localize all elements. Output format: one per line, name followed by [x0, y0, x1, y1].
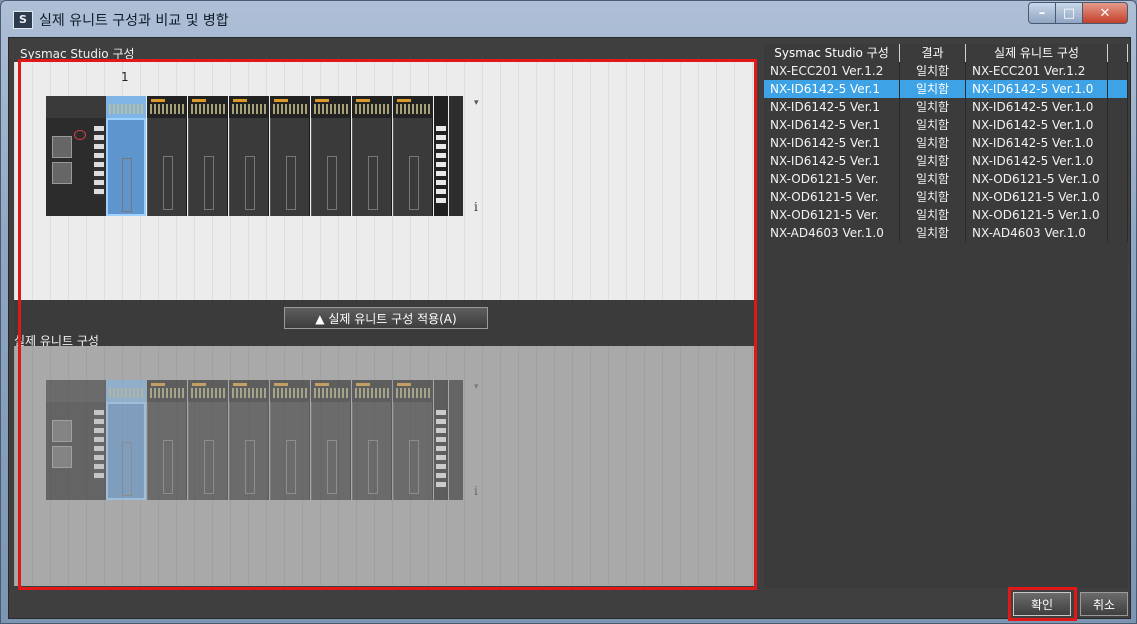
table-row[interactable]: NX-ID6142-5 Ver.1 일치함 NX-ID6142-5 Ver.1.0 — [764, 152, 1128, 170]
table-row[interactable]: NX-ECC201 Ver.1.2 일치함 NX-ECC201 Ver.1.2 — [764, 62, 1128, 80]
cell-result: 일치함 — [900, 170, 966, 188]
cell-actual: NX-ID6142-5 Ver.1.0 — [966, 152, 1108, 170]
cell-result: 일치함 — [900, 80, 966, 98]
cell-actual: NX-ECC201 Ver.1.2 — [966, 62, 1108, 80]
cell-sysmac: NX-ID6142-5 Ver.1 — [764, 98, 900, 116]
column-header-extra — [1108, 44, 1128, 62]
caption-buttons: – □ ✕ — [1028, 2, 1128, 24]
table-row[interactable]: NX-OD6121-5 Ver. 일치함 NX-OD6121-5 Ver.1.0 — [764, 188, 1128, 206]
table-row[interactable]: NX-AD4603 Ver.1.0 일치함 NX-AD4603 Ver.1.0 — [764, 224, 1128, 242]
cell-result: 일치함 — [900, 98, 966, 116]
highlight-frame-ok — [1008, 587, 1077, 621]
cell-result: 일치함 — [900, 224, 966, 242]
cell-extra — [1108, 206, 1128, 224]
cell-extra — [1108, 80, 1128, 98]
cell-actual: NX-OD6121-5 Ver.1.0 — [966, 206, 1108, 224]
maximize-icon: □ — [1062, 5, 1076, 21]
cell-sysmac: NX-ID6142-5 Ver.1 — [764, 152, 900, 170]
cell-actual: NX-OD6121-5 Ver.1.0 — [966, 170, 1108, 188]
cell-extra — [1108, 98, 1128, 116]
cell-result: 일치함 — [900, 62, 966, 80]
cell-actual: NX-ID6142-5 Ver.1.0 — [966, 134, 1108, 152]
cell-result: 일치함 — [900, 206, 966, 224]
cell-sysmac: NX-OD6121-5 Ver. — [764, 170, 900, 188]
cell-sysmac: NX-ID6142-5 Ver.1 — [764, 80, 900, 98]
cell-sysmac: NX-OD6121-5 Ver. — [764, 188, 900, 206]
cell-sysmac: NX-ID6142-5 Ver.1 — [764, 116, 900, 134]
minimize-icon: – — [1038, 5, 1046, 21]
cell-actual: NX-AD4603 Ver.1.0 — [966, 224, 1108, 242]
cell-extra — [1108, 188, 1128, 206]
cell-result: 일치함 — [900, 152, 966, 170]
cell-actual: NX-ID6142-5 Ver.1.0 — [966, 80, 1108, 98]
minimize-button[interactable]: – — [1028, 2, 1056, 24]
cell-extra — [1108, 134, 1128, 152]
cell-extra — [1108, 170, 1128, 188]
maximize-button[interactable]: □ — [1056, 2, 1083, 24]
app-icon: S — [13, 11, 33, 29]
cell-extra — [1108, 152, 1128, 170]
close-button[interactable]: ✕ — [1083, 2, 1128, 24]
column-header-sysmac[interactable]: Sysmac Studio 구성 — [764, 44, 900, 62]
cell-sysmac: NX-AD4603 Ver.1.0 — [764, 224, 900, 242]
list-header: Sysmac Studio 구성 결과 실제 유니트 구성 — [764, 44, 1128, 62]
table-row[interactable]: NX-OD6121-5 Ver. 일치함 NX-OD6121-5 Ver.1.0 — [764, 170, 1128, 188]
cell-extra — [1108, 116, 1128, 134]
cell-actual: NX-OD6121-5 Ver.1.0 — [966, 188, 1108, 206]
table-row[interactable]: NX-OD6121-5 Ver. 일치함 NX-OD6121-5 Ver.1.0 — [764, 206, 1128, 224]
cell-actual: NX-ID6142-5 Ver.1.0 — [966, 98, 1108, 116]
cell-extra — [1108, 224, 1128, 242]
highlight-frame-canvas — [18, 59, 757, 590]
cell-sysmac: NX-ID6142-5 Ver.1 — [764, 134, 900, 152]
table-row[interactable]: NX-ID6142-5 Ver.1 일치함 NX-ID6142-5 Ver.1.0 — [764, 116, 1128, 134]
cell-result: 일치함 — [900, 188, 966, 206]
cell-result: 일치함 — [900, 116, 966, 134]
window-title: 실제 유니트 구성과 비교 및 병합 — [39, 13, 229, 29]
close-icon: ✕ — [1099, 5, 1111, 21]
table-row[interactable]: NX-ID6142-5 Ver.1 일치함 NX-ID6142-5 Ver.1.0 — [764, 134, 1128, 152]
column-header-actual[interactable]: 실제 유니트 구성 — [966, 44, 1108, 62]
column-header-result[interactable]: 결과 — [900, 44, 966, 62]
cell-sysmac: NX-OD6121-5 Ver. — [764, 206, 900, 224]
cell-extra — [1108, 62, 1128, 80]
cell-actual: NX-ID6142-5 Ver.1.0 — [966, 116, 1108, 134]
cell-sysmac: NX-ECC201 Ver.1.2 — [764, 62, 900, 80]
table-row[interactable]: NX-ID6142-5 Ver.1 일치함 NX-ID6142-5 Ver.1.0 — [764, 98, 1128, 116]
cancel-button[interactable]: 취소 — [1080, 592, 1128, 616]
table-row[interactable]: NX-ID6142-5 Ver.1 일치함 NX-ID6142-5 Ver.1.0 — [764, 80, 1128, 98]
cell-result: 일치함 — [900, 134, 966, 152]
comparison-list[interactable]: Sysmac Studio 구성 결과 실제 유니트 구성 NX-ECC201 … — [764, 44, 1128, 588]
list-rows: NX-ECC201 Ver.1.2 일치함 NX-ECC201 Ver.1.2 NX-… — [764, 62, 1128, 242]
title-bar[interactable]: S 실제 유니트 구성과 비교 및 병합 – □ ✕ — [1, 1, 1136, 37]
